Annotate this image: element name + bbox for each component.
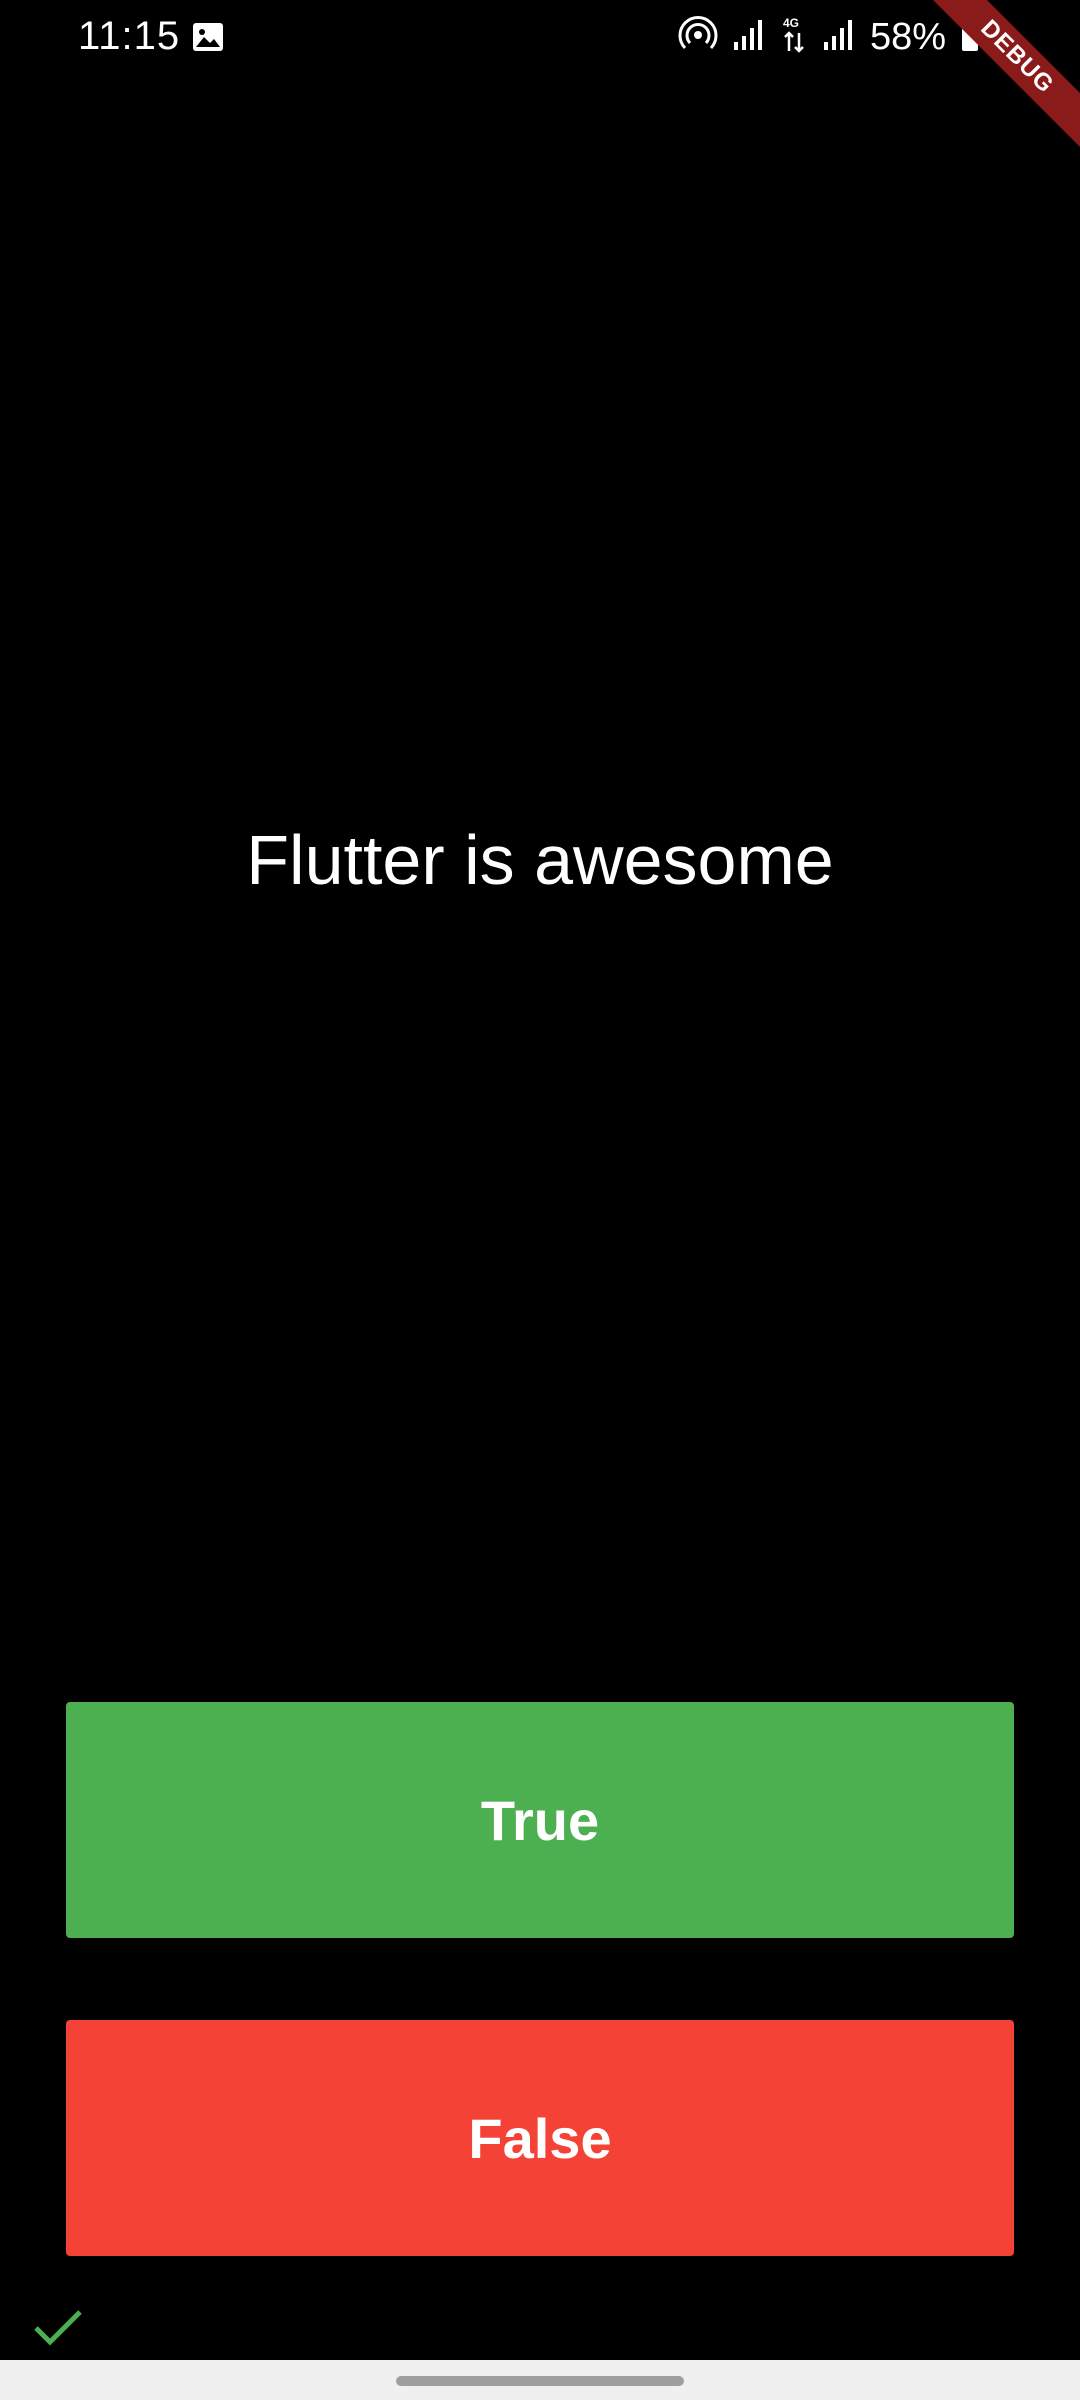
- score-keeper: [30, 2300, 86, 2360]
- false-button[interactable]: False: [66, 2020, 1014, 2256]
- status-bar: 11:15 4G 58%: [0, 0, 1080, 80]
- gallery-icon: [192, 22, 224, 52]
- true-button[interactable]: True: [66, 1702, 1014, 1938]
- battery-percentage: 58%: [869, 15, 946, 58]
- false-button-label: False: [468, 2106, 612, 2170]
- signal-icon: [822, 18, 856, 57]
- signal-icon: [732, 18, 766, 57]
- data-arrows-icon: 4G: [780, 15, 808, 60]
- check-icon: [30, 2300, 86, 2361]
- quiz-screen: 11:15 4G 58% DEBUG Flutter is awesome Tr…: [0, 0, 1080, 2400]
- hotspot-icon: [678, 15, 718, 60]
- svg-text:4G: 4G: [783, 16, 799, 30]
- navigation-bar: [0, 2360, 1080, 2400]
- status-indicators: 4G 58%: [678, 12, 980, 62]
- home-gesture-handle[interactable]: [396, 2376, 684, 2386]
- true-button-label: True: [480, 1788, 600, 1852]
- question-text: Flutter is awesome: [246, 821, 834, 899]
- status-time: 11:15: [78, 14, 181, 58]
